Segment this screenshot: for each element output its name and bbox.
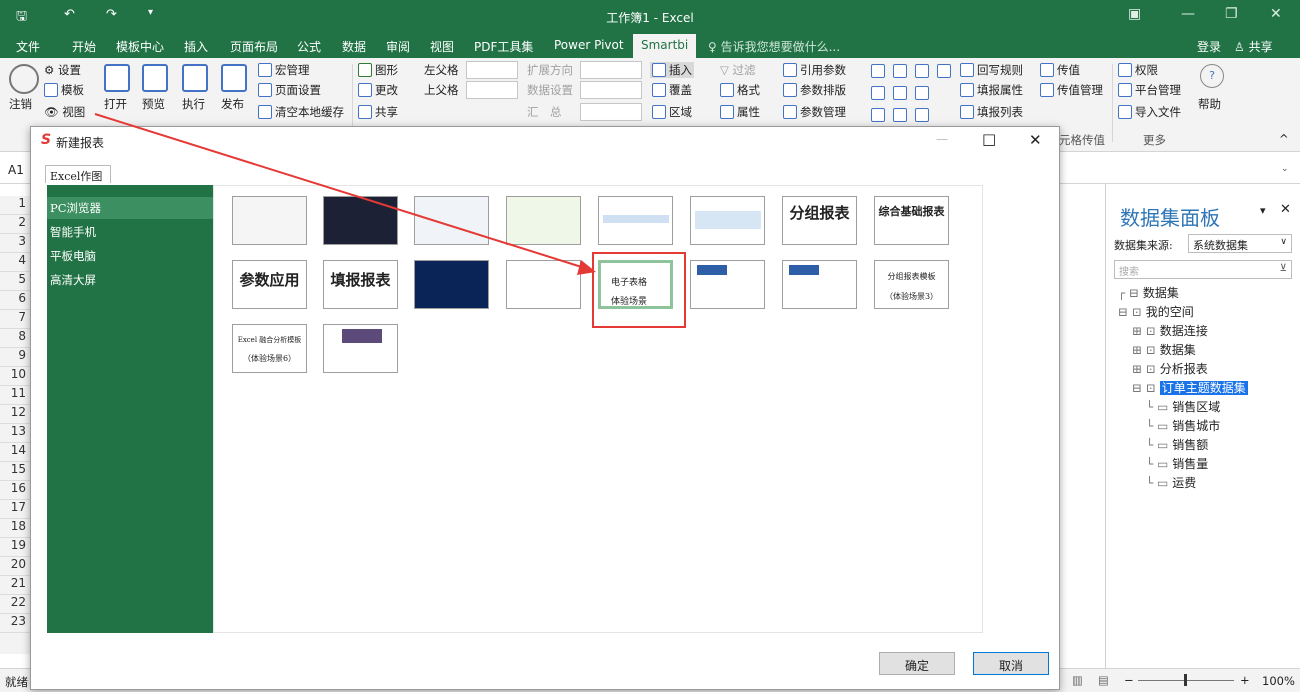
- annotation-arrow: [94, 113, 596, 275]
